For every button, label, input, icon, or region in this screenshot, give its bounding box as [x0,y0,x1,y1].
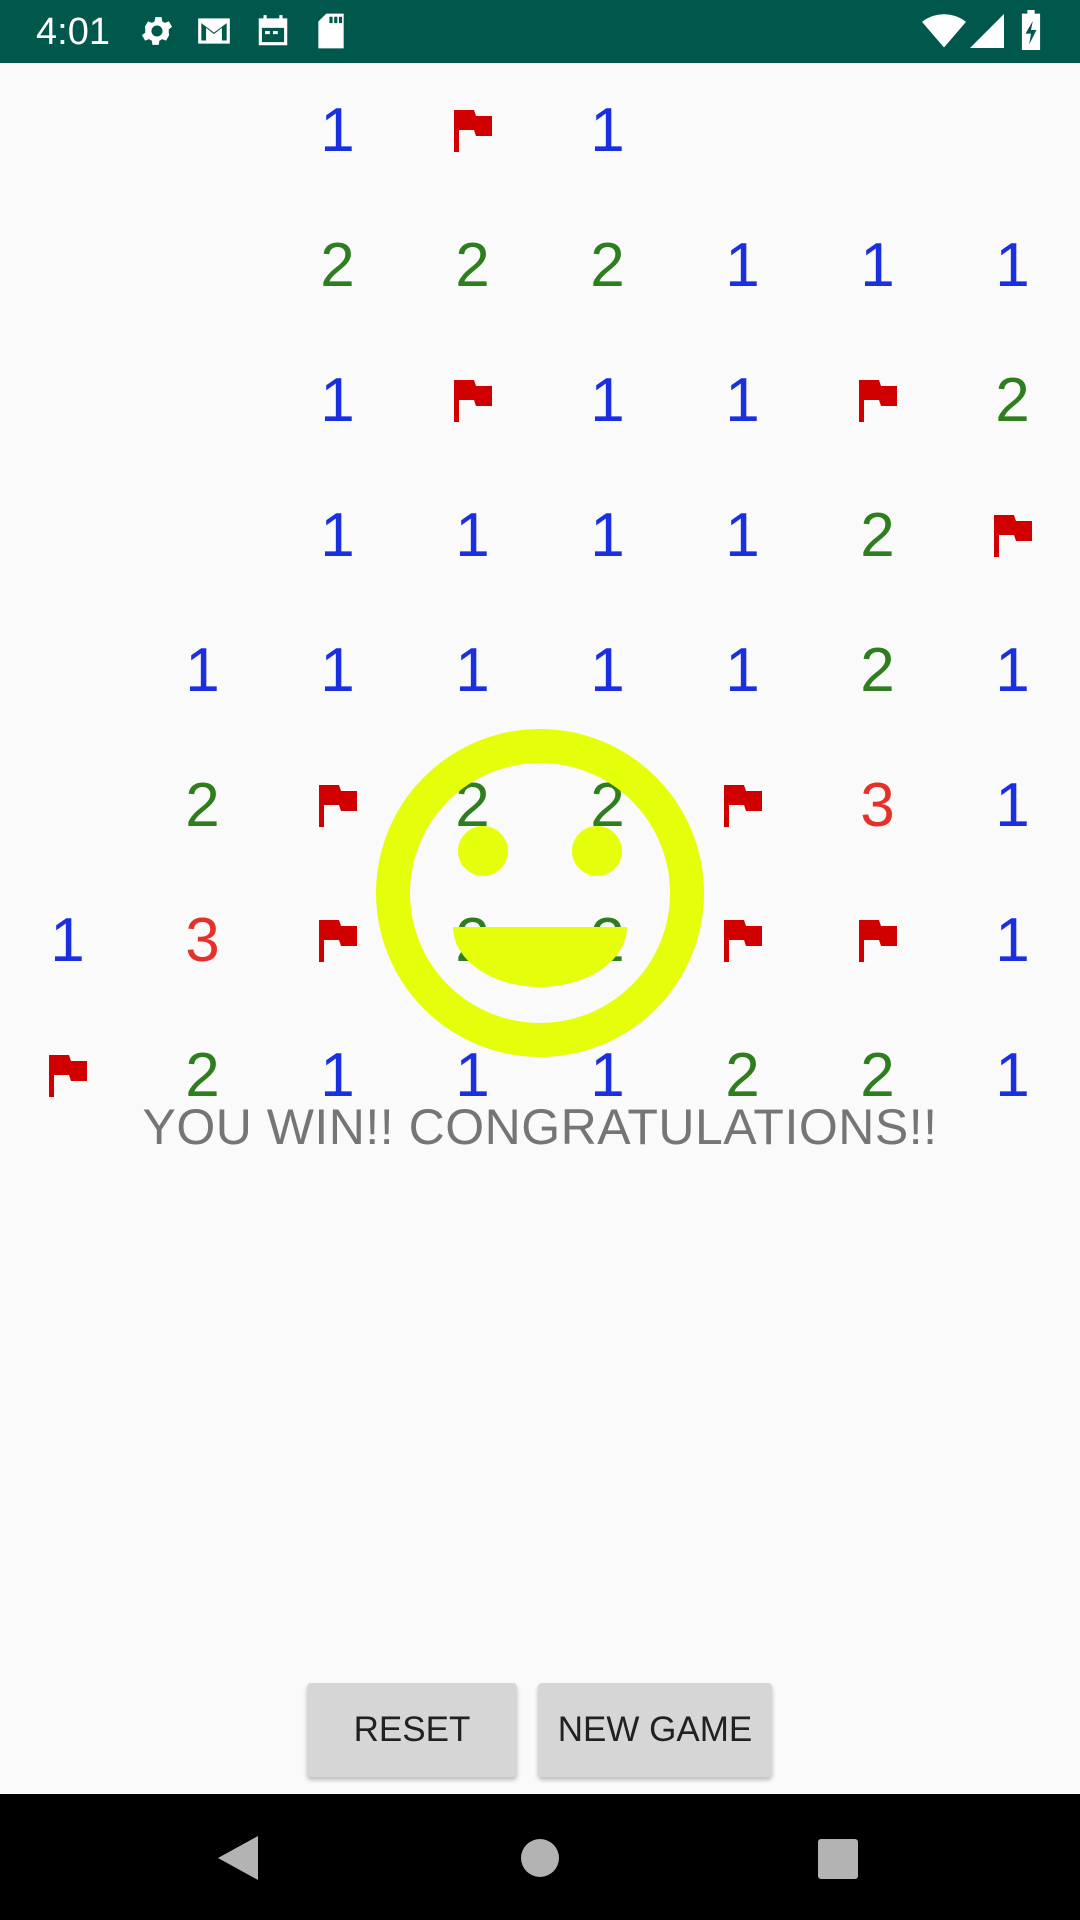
number-cell[interactable]: 1 [675,333,810,468]
number-cell[interactable]: 2 [945,333,1080,468]
number-cell[interactable]: 1 [540,63,675,198]
empty-cell[interactable] [0,603,135,738]
number-cell[interactable]: 1 [675,198,810,333]
reset-button[interactable]: RESET [307,1683,517,1777]
number-cell[interactable]: 1 [540,333,675,468]
flag-icon[interactable] [945,468,1080,603]
empty-cell[interactable] [135,333,270,468]
gmail-icon [194,12,234,55]
flag-icon[interactable] [810,873,945,1008]
gear-icon [138,12,176,55]
number-cell[interactable]: 1 [945,603,1080,738]
number-cell[interactable]: 1 [135,603,270,738]
empty-cell[interactable] [135,468,270,603]
empty-cell[interactable] [945,63,1080,198]
number-cell[interactable]: 1 [270,63,405,198]
number-cell[interactable]: 1 [945,738,1080,873]
number-cell[interactable]: 1 [945,198,1080,333]
empty-cell[interactable] [0,468,135,603]
number-cell[interactable]: 1 [810,198,945,333]
empty-cell[interactable] [0,198,135,333]
empty-cell[interactable] [0,738,135,873]
empty-cell[interactable] [0,63,135,198]
number-cell[interactable]: 1 [675,603,810,738]
empty-cell[interactable] [135,63,270,198]
flag-icon[interactable] [810,333,945,468]
cell-signal-icon [970,14,1004,53]
status-time: 4:01 [36,11,110,53]
number-cell[interactable]: 2 [135,738,270,873]
number-cell[interactable]: 1 [675,468,810,603]
number-cell[interactable]: 2 [810,603,945,738]
number-cell[interactable]: 2 [810,468,945,603]
empty-cell[interactable] [135,198,270,333]
number-cell[interactable]: 1 [270,603,405,738]
number-cell[interactable]: 3 [135,873,270,1008]
number-cell[interactable]: 1 [945,873,1080,1008]
calendar-icon [254,12,292,55]
number-cell[interactable]: 1 [540,603,675,738]
number-cell[interactable]: 1 [405,603,540,738]
number-cell[interactable]: 2 [405,198,540,333]
battery-icon [1020,10,1042,55]
number-cell[interactable]: 1 [0,873,135,1008]
recents-icon[interactable] [818,1839,858,1884]
smiley-face-icon [376,729,704,1057]
empty-cell[interactable] [0,333,135,468]
number-cell[interactable]: 1 [540,468,675,603]
number-cell[interactable]: 1 [270,333,405,468]
navigation-bar [0,1794,1080,1920]
number-cell[interactable]: 2 [540,198,675,333]
empty-cell[interactable] [675,63,810,198]
wifi-icon [922,14,966,53]
number-cell[interactable]: 1 [405,468,540,603]
status-bar: 4:01 [0,0,1080,63]
new-game-button[interactable]: NEW GAME [538,1683,772,1777]
empty-cell[interactable] [810,63,945,198]
number-cell[interactable]: 3 [810,738,945,873]
flag-icon[interactable] [405,63,540,198]
sd-card-icon [314,12,348,55]
back-icon[interactable] [218,1836,258,1885]
home-icon[interactable] [521,1839,559,1882]
win-message: YOU WIN!! CONGRATULATIONS!! [142,1099,938,1155]
number-cell[interactable]: 1 [270,468,405,603]
number-cell[interactable]: 2 [270,198,405,333]
flag-icon[interactable] [405,333,540,468]
